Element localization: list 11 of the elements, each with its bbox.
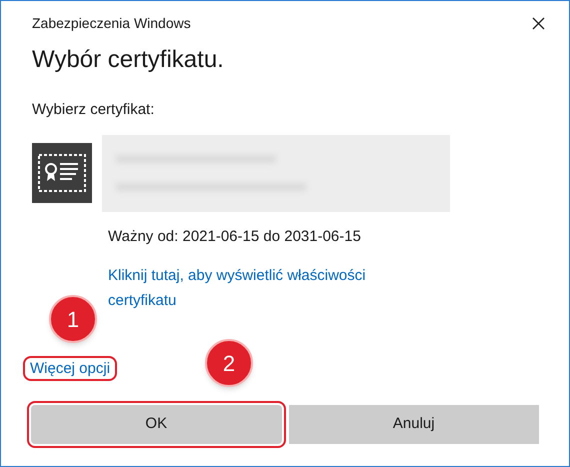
cancel-button[interactable]: Anuluj (288, 405, 539, 444)
prompt-text: Wybierz certyfikat: (32, 100, 156, 120)
window-title: Zabezpieczenia Windows (32, 14, 191, 33)
step-number-badge: 2 (205, 339, 253, 387)
dialog-heading: Wybór certyfikatu. (32, 45, 225, 75)
ok-button[interactable]: OK (31, 405, 282, 444)
validity-text: Ważny od: 2021-06-15 do 2031-06-15 (108, 226, 362, 246)
close-icon (532, 16, 544, 30)
step-number-badge: 1 (49, 295, 97, 343)
certificate-properties-link[interactable]: Kliknij tutaj, aby wyświetlić właściwości certyfikatu (108, 263, 418, 313)
certificate-icon (32, 142, 92, 202)
